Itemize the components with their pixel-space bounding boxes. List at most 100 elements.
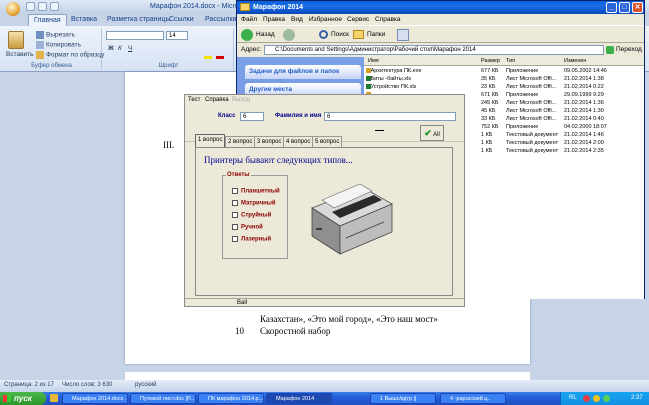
clock[interactable]: 2:37 <box>631 395 643 401</box>
checkbox[interactable] <box>232 188 238 194</box>
answer-option-2[interactable]: Матричный <box>232 200 276 207</box>
taskbar-item-test[interactable]: 1 Вышс/кдтр || <box>370 393 436 404</box>
menu-exit[interactable]: Выход <box>232 97 250 103</box>
file-type: Приложение <box>506 68 539 74</box>
file-type: Приложение <box>506 92 539 98</box>
submit-button[interactable]: ✔ All <box>420 125 444 141</box>
tab-references[interactable]: Ссылки <box>164 14 199 26</box>
column-size[interactable]: Размер <box>481 58 500 64</box>
file-date: 04.02.2000 18:07 <box>564 124 607 130</box>
go-arrow-icon[interactable] <box>606 46 614 54</box>
paste-button[interactable]: Вставить <box>6 51 34 58</box>
tray-icon[interactable] <box>603 395 610 402</box>
check-icon: ✔ <box>424 128 432 138</box>
font-color-icon[interactable] <box>216 56 224 59</box>
search-button[interactable]: Поиск <box>331 31 349 38</box>
answer-option-5[interactable]: Лазерный <box>232 236 271 243</box>
back-button[interactable]: Назад <box>256 31 275 38</box>
status-words[interactable]: Число слов: 3 630 <box>62 382 112 388</box>
go-button[interactable]: Переход <box>616 46 642 53</box>
status-language[interactable]: русский <box>135 382 157 388</box>
folders-icon[interactable] <box>353 30 364 39</box>
column-modified[interactable]: Изменен <box>564 58 586 64</box>
menu-test[interactable]: Тест <box>188 97 200 103</box>
answers-title: Ответы <box>226 172 251 178</box>
quicklaunch-icon[interactable] <box>50 394 58 402</box>
menu-edit[interactable]: Правка <box>263 16 285 23</box>
tab-question-4[interactable]: 4 вопрос <box>283 136 314 147</box>
file-row[interactable]: 3 Устройство ПК.xls 23 КБ Лист Microsoft O… <box>364 84 644 92</box>
font-name-field[interactable] <box>106 31 164 40</box>
menu-file[interactable]: Файл <box>241 16 257 23</box>
save-icon[interactable] <box>26 2 35 11</box>
file-type: Лист Microsoft Offi... <box>506 100 557 106</box>
highlight-color-icon[interactable] <box>204 56 212 59</box>
tab-question-2[interactable]: 2 вопрос <box>225 136 256 147</box>
tray-icon[interactable] <box>583 395 590 402</box>
system-tray: RL 2:37 <box>560 392 649 405</box>
menu-help-test[interactable]: Справка <box>205 97 229 103</box>
tab-insert[interactable]: Вставка <box>66 14 102 26</box>
submit-label: All <box>433 132 440 138</box>
menu-view[interactable]: Вид <box>291 16 303 23</box>
bold-button[interactable]: Ж <box>108 45 114 52</box>
tab-question-3[interactable]: 3 вопрос <box>254 136 285 147</box>
taskbar-item-word-marathon[interactable]: Марафон 2014.docx ... <box>62 393 128 404</box>
taskbar-item-explorer[interactable]: Марафон 2014 <box>266 393 332 404</box>
taskbar-item-pk-marathon[interactable]: ПК марафон 2014.p... <box>198 393 264 404</box>
folders-button[interactable]: Папки <box>367 31 385 38</box>
file-icon <box>366 68 371 73</box>
file-row[interactable]: 1 Архитектура ПК.exe 677 КБ Приложение 09.0… <box>364 68 644 76</box>
taskbar-item-waybill[interactable]: Путевой лист.doc [Р... <box>130 393 196 404</box>
maximize-button[interactable]: □ <box>619 2 630 13</box>
file-size: 1 КБ <box>481 140 493 146</box>
tray-icon[interactable] <box>593 395 600 402</box>
menu-favorites[interactable]: Избранное <box>309 16 342 23</box>
file-type: Текстовый документ <box>506 140 559 146</box>
language-indicator[interactable]: RL <box>569 395 577 401</box>
file-size: 33 КБ <box>481 116 496 122</box>
file-row[interactable]: 2 Биты -байты.xls 35 КБ Лист Microsoft Off… <box>364 76 644 84</box>
answer-option-1[interactable]: Планшетный <box>232 188 280 195</box>
file-date: 21.02.2014 0:40 <box>564 116 604 122</box>
undo-icon[interactable] <box>38 2 47 11</box>
task-panel-files[interactable]: Задачи для файлов и папок <box>245 65 361 79</box>
italic-button[interactable]: К <box>118 45 122 52</box>
taskbar-item-other[interactable]: 4 -рарuccкий.ц.. <box>440 393 506 404</box>
search-icon[interactable] <box>319 30 328 39</box>
answer-option-4[interactable]: Ручной <box>232 224 263 231</box>
tab-home[interactable]: Главная <box>28 14 67 26</box>
format-painter-button[interactable]: Формат по образцу <box>36 51 104 59</box>
file-icon <box>366 84 371 89</box>
class-field[interactable]: 6 <box>240 112 264 121</box>
font-size-field[interactable]: 14 <box>166 31 188 40</box>
menu-help[interactable]: Справка <box>375 16 401 23</box>
tab-question-5[interactable]: 5 вопрос <box>312 136 343 147</box>
tab-question-1[interactable]: 1 вопрос <box>195 134 226 147</box>
forward-arrow-icon[interactable] <box>283 29 295 41</box>
underline-button[interactable]: Ч <box>128 45 132 52</box>
cut-button[interactable]: Вырезать <box>36 31 75 39</box>
status-page[interactable]: Страница: 2 из 17 <box>4 382 54 388</box>
column-name[interactable]: Имя <box>368 58 379 64</box>
checkbox[interactable] <box>232 212 238 218</box>
close-button[interactable]: ✕ <box>632 2 643 13</box>
copy-button[interactable]: Копировать <box>36 41 81 49</box>
minimize-button[interactable]: _ <box>606 2 617 13</box>
checkbox[interactable] <box>232 236 238 242</box>
clipboard-group-label: Буфер обмена <box>31 63 72 69</box>
column-type[interactable]: Тип <box>506 58 515 64</box>
file-icon <box>366 76 371 81</box>
views-icon[interactable] <box>397 29 409 41</box>
address-field[interactable]: C:\Documents and Settings\Администратор\… <box>264 45 604 55</box>
redo-icon[interactable] <box>50 2 59 11</box>
checkbox[interactable] <box>232 224 238 230</box>
paste-icon[interactable] <box>8 31 24 49</box>
start-button[interactable]: пуск <box>0 392 46 405</box>
back-arrow-icon[interactable] <box>241 29 253 41</box>
name-field[interactable]: 6 <box>324 112 456 121</box>
checkbox[interactable] <box>232 200 238 206</box>
office-button[interactable] <box>6 2 20 16</box>
menu-tools[interactable]: Сервис <box>347 16 369 23</box>
answer-option-3[interactable]: Струйный <box>232 212 271 219</box>
